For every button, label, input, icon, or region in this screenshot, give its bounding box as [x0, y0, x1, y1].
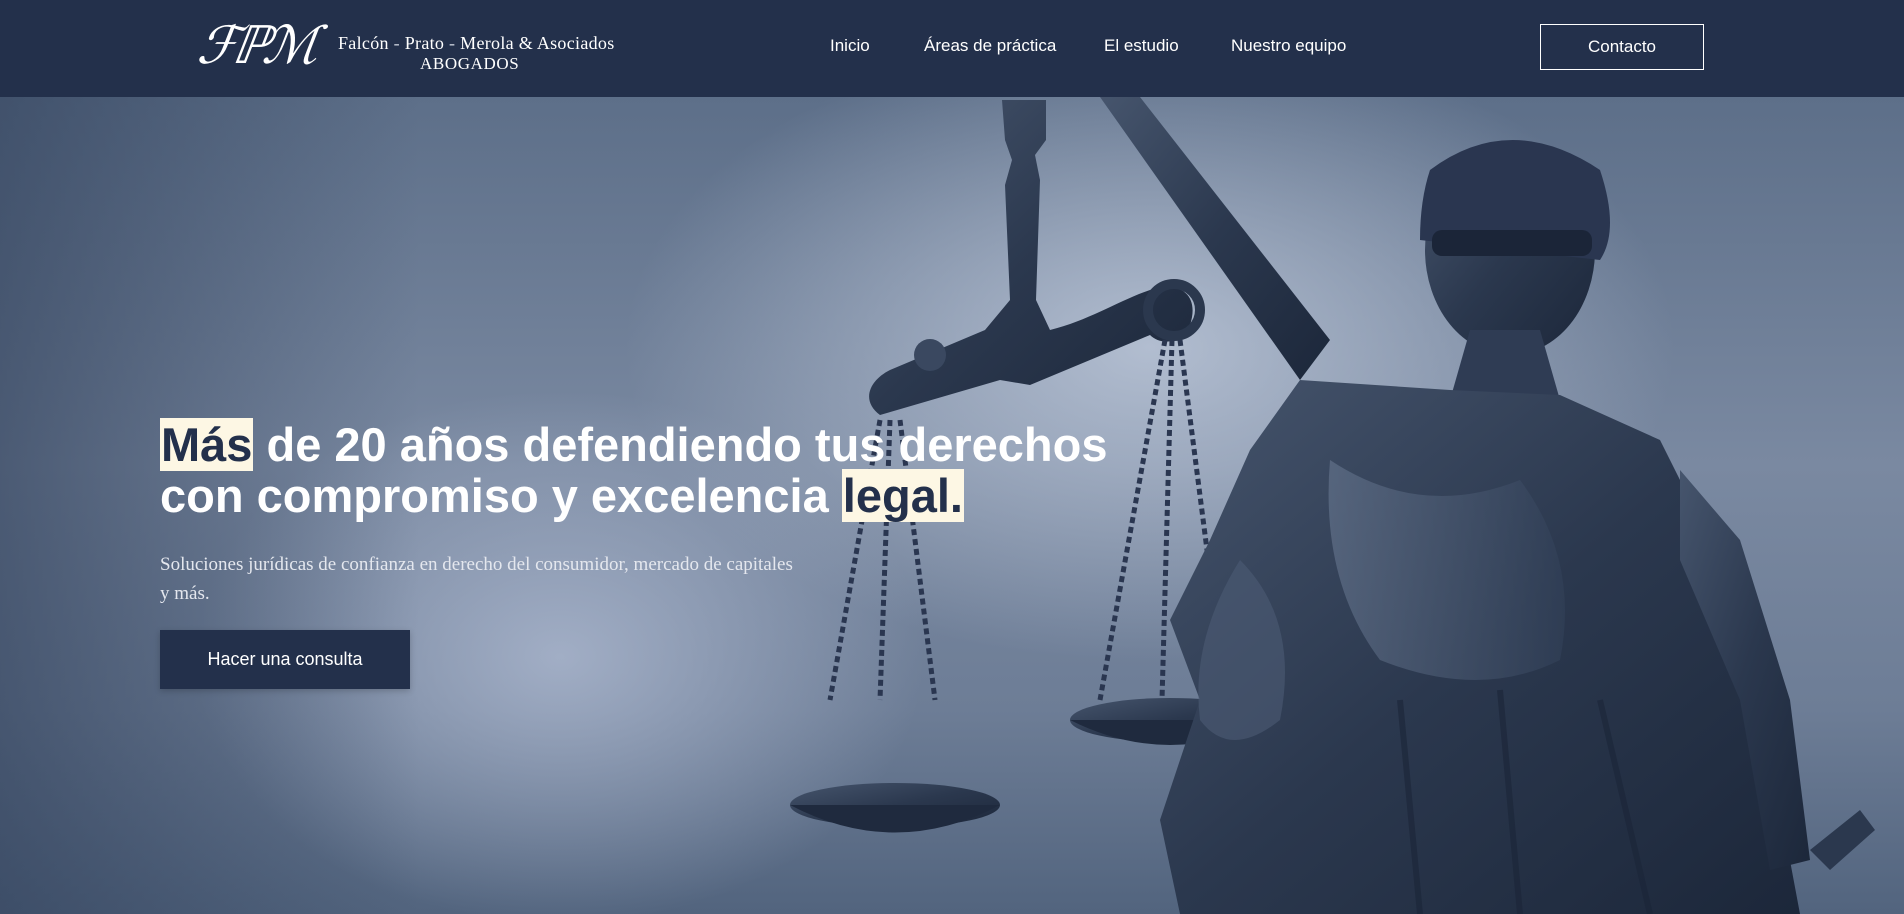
nav-link-inicio[interactable]: Inicio	[830, 36, 870, 56]
site-header: ℱℙℳ Falcón - Prato - Merola & Asociados …	[0, 0, 1904, 97]
logo-firm-name: Falcón - Prato - Merola & Asociados	[338, 33, 615, 53]
nav-link-el-estudio[interactable]: El estudio	[1104, 36, 1179, 56]
site-logo[interactable]: ℱℙℳ Falcón - Prato - Merola & Asociados …	[194, 16, 638, 76]
hero-section: Más de 20 años defendiendo tus derechos …	[0, 97, 1904, 914]
logo-subtitle: ABOGADOS	[420, 54, 520, 73]
nav-link-nuestro-equipo[interactable]: Nuestro equipo	[1231, 36, 1346, 56]
headline-highlight-legal: legal.	[841, 469, 964, 522]
nav-link-areas-de-practica[interactable]: Áreas de práctica	[924, 36, 1056, 56]
hero-headline: Más de 20 años defendiendo tus derechos …	[160, 418, 1120, 522]
contact-button[interactable]: Contacto	[1540, 24, 1704, 70]
logo-monogram: ℱℙℳ	[193, 16, 318, 76]
headline-text: de 20 años defendiendo tus derechos con …	[160, 418, 1108, 522]
headline-highlight-mas: Más	[160, 418, 254, 471]
consult-button[interactable]: Hacer una consulta	[160, 630, 410, 689]
hero-subtitle: Soluciones jurídicas de confianza en der…	[160, 554, 793, 604]
